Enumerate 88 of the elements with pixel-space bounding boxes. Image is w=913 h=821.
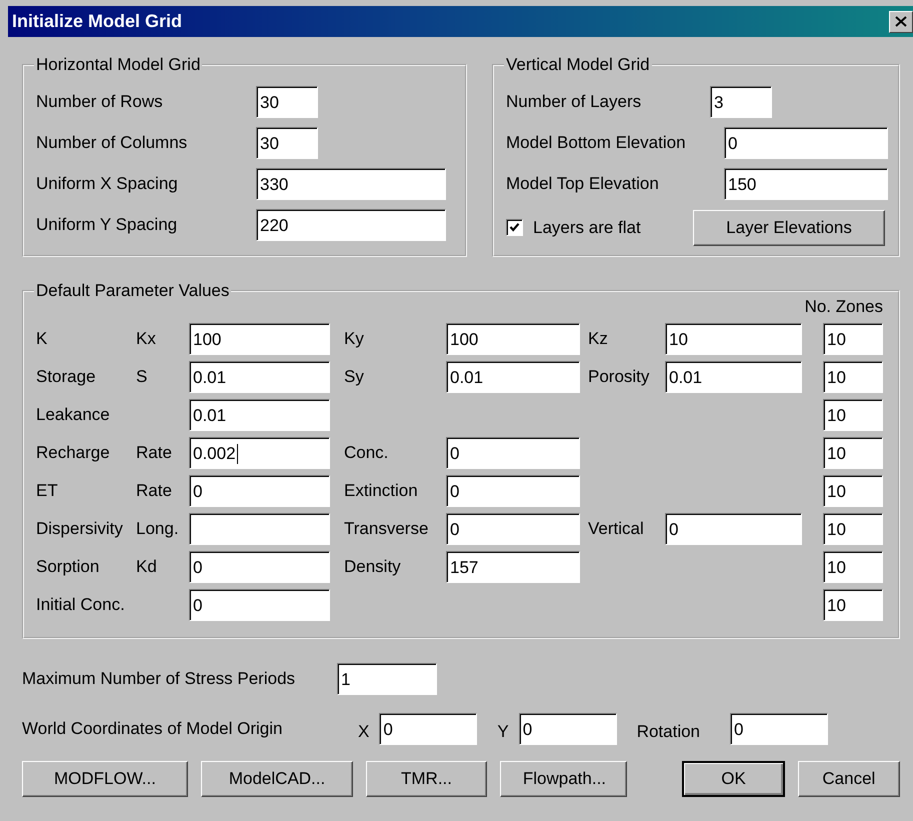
parameter-label: Long. bbox=[136, 519, 180, 539]
input-field[interactable]: 0.01 bbox=[665, 361, 802, 393]
parameter-label: Rate bbox=[136, 443, 173, 463]
zones-field[interactable]: 10 bbox=[823, 399, 883, 431]
input-field[interactable]: 220 bbox=[256, 208, 446, 240]
field-label: Y bbox=[497, 721, 510, 742]
input-field[interactable]: 100 bbox=[189, 323, 330, 355]
parameter-label: Sy bbox=[343, 367, 365, 387]
parameter-label: Kz bbox=[587, 329, 609, 349]
parameter-label: Rate bbox=[136, 481, 173, 501]
field-label: Model Top Elevation bbox=[506, 174, 660, 194]
input-field[interactable]: 330 bbox=[256, 168, 446, 200]
input-field[interactable]: 0 bbox=[730, 713, 828, 745]
field-label: Number of Columns bbox=[36, 132, 188, 152]
input-field[interactable]: 30 bbox=[256, 86, 318, 118]
input-field[interactable]: 0.01 bbox=[446, 361, 580, 393]
parameter-label: ET bbox=[36, 481, 59, 501]
zones-field[interactable]: 10 bbox=[823, 437, 883, 469]
checkbox-label: Layers are flat bbox=[533, 218, 642, 238]
input-field[interactable]: 0 bbox=[189, 589, 330, 621]
field-label: Uniform Y Spacing bbox=[36, 214, 178, 234]
field-label: Model Bottom Elevation bbox=[506, 132, 687, 152]
field-label: X bbox=[358, 721, 370, 742]
group-title: Horizontal Model Grid bbox=[35, 55, 202, 75]
input-field[interactable]: 0.01 bbox=[189, 399, 330, 431]
close-button[interactable] bbox=[889, 10, 913, 32]
input-field[interactable]: 100 bbox=[446, 323, 580, 355]
dialog-button[interactable]: OK bbox=[682, 761, 785, 797]
field-label: Rotation bbox=[636, 721, 702, 742]
checkmark-icon bbox=[509, 222, 520, 233]
parameter-label: Storage bbox=[36, 367, 97, 387]
parameter-label: Transverse bbox=[343, 519, 430, 539]
input-field[interactable]: 0 bbox=[446, 513, 580, 545]
parameter-label: Dispersivity bbox=[36, 519, 124, 539]
input-field[interactable]: 0 bbox=[189, 475, 330, 507]
parameter-label: Initial Conc. bbox=[36, 595, 126, 615]
zones-field[interactable]: 10 bbox=[823, 323, 883, 355]
input-field[interactable]: 10 bbox=[665, 323, 802, 355]
parameter-label: Kx bbox=[136, 329, 157, 349]
input-field[interactable]: 3 bbox=[710, 86, 772, 118]
parameter-label: Recharge bbox=[36, 443, 111, 463]
parameter-label: Leakance bbox=[36, 405, 111, 425]
close-icon bbox=[895, 16, 907, 27]
input-field[interactable]: 0.01 bbox=[189, 361, 330, 393]
field-label: Number of Layers bbox=[506, 92, 642, 112]
parameter-label: Kd bbox=[136, 557, 158, 577]
input-field[interactable] bbox=[189, 513, 330, 545]
dialog-button[interactable]: Flowpath... bbox=[500, 761, 627, 797]
field-label: Uniform X Spacing bbox=[36, 174, 179, 194]
input-field[interactable]: 0 bbox=[518, 713, 617, 745]
dialog-button[interactable]: TMR... bbox=[366, 761, 487, 797]
zones-field[interactable]: 10 bbox=[823, 589, 883, 621]
group-title: Default Parameter Values bbox=[35, 281, 230, 301]
layer-elevations-button[interactable]: Layer Elevations bbox=[693, 210, 885, 246]
parameter-label: Conc. bbox=[343, 443, 390, 463]
field-label: Number of Rows bbox=[36, 92, 164, 112]
field-label: Maximum Number of Stress Periods bbox=[22, 669, 296, 689]
zones-field[interactable]: 10 bbox=[823, 513, 883, 545]
input-field[interactable]: 0 bbox=[446, 437, 580, 469]
parameter-label: Ky bbox=[343, 329, 365, 349]
parameter-label: Density bbox=[343, 557, 402, 577]
input-field[interactable]: 0 bbox=[665, 513, 802, 545]
field-label: World Coordinates of Model Origin bbox=[22, 719, 284, 739]
input-field[interactable]: 1 bbox=[337, 663, 437, 695]
input-field[interactable]: 0.002 bbox=[189, 437, 330, 469]
parameter-label: Vertical bbox=[587, 519, 645, 539]
input-field[interactable]: 0 bbox=[379, 713, 478, 745]
input-field[interactable]: 157 bbox=[446, 551, 580, 583]
input-field[interactable]: 0 bbox=[446, 475, 580, 507]
parameter-label: S bbox=[136, 367, 148, 387]
parameter-label: Porosity bbox=[587, 367, 650, 387]
checkbox[interactable] bbox=[506, 219, 523, 236]
dialog-button[interactable]: ModelCAD... bbox=[200, 761, 354, 797]
window-title: Initialize Model Grid bbox=[12, 11, 182, 32]
input-field[interactable]: 0 bbox=[724, 126, 888, 158]
parameter-label: Sorption bbox=[36, 557, 100, 577]
input-field[interactable]: 0 bbox=[189, 551, 330, 583]
zones-field[interactable]: 10 bbox=[823, 551, 883, 583]
dialog-button[interactable]: Cancel bbox=[798, 761, 900, 797]
parameter-label: K bbox=[36, 329, 48, 349]
zones-field[interactable]: 10 bbox=[823, 475, 883, 507]
input-field[interactable]: 30 bbox=[256, 126, 318, 158]
parameter-label: Extinction bbox=[343, 481, 419, 501]
dialog-button[interactable]: MODFLOW... bbox=[22, 761, 188, 797]
input-field[interactable]: 150 bbox=[724, 168, 888, 200]
zones-field[interactable]: 10 bbox=[823, 361, 883, 393]
group-title: Vertical Model Grid bbox=[505, 55, 651, 75]
column-header: No. Zones bbox=[804, 297, 883, 317]
